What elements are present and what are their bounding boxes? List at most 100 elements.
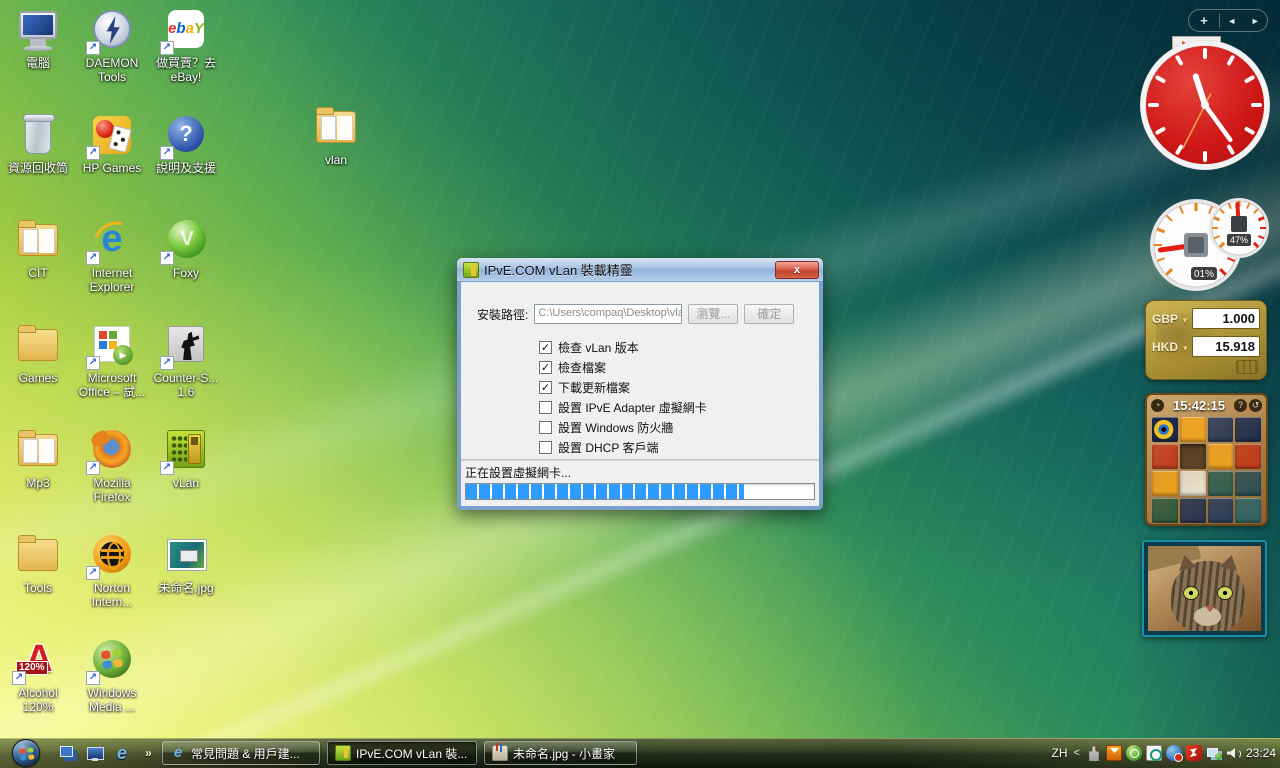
gadget-sidebar-controls[interactable]: + ◄ ► (1188, 9, 1268, 32)
puzzle-tile[interactable] (1152, 417, 1178, 442)
puzzle-tile[interactable] (1180, 471, 1206, 496)
desktop-icon-office[interactable]: ▶↗Microsoft Office – 試... (76, 322, 148, 399)
network-tray-icon[interactable] (1206, 745, 1222, 761)
puzzle-tile[interactable] (1235, 417, 1261, 442)
installer-dialog: IPvE.COM vLan 裝載精靈 x 安裝路徑: C:\Users\comp… (457, 258, 823, 510)
puzzle-shuffle-icon[interactable]: ↺ (1249, 399, 1262, 412)
puzzle-tile[interactable] (1180, 498, 1206, 523)
norton-icon: ↗ (88, 532, 136, 578)
wmp-icon: ↗ (88, 637, 136, 683)
puzzle-tile[interactable] (1235, 444, 1261, 469)
option-checkbox-list: ✓檢查 vLan 版本✓檢查檔案✓下載更新檔案設置 IPvE Adapter 虛… (539, 337, 707, 457)
add-gadget-button[interactable]: + (1189, 13, 1219, 28)
checkbox[interactable]: ✓ (539, 381, 552, 394)
clock-gadget[interactable] (1138, 38, 1272, 172)
desktop-icon-jpgfile[interactable]: 未命名.jpg (150, 532, 222, 595)
checkbox-row[interactable]: ✓檢查檔案 (539, 357, 707, 377)
desktop-icon-folder[interactable]: vlan (300, 104, 372, 167)
chevron-down-icon: ▼ (1181, 344, 1189, 353)
desktop-icon-ie[interactable]: e↗Internet Explorer (76, 217, 148, 294)
show-desktop-icon[interactable] (85, 743, 105, 763)
desktop-icon-cs[interactable]: ↗Counter-S... 1.6 (150, 322, 222, 399)
switch-windows-icon[interactable] (58, 743, 78, 763)
av-tray-icon[interactable] (1186, 745, 1202, 761)
start-button[interactable] (12, 739, 40, 767)
ok-button[interactable]: 確定 (744, 304, 794, 324)
task-button[interactable]: IPvE.COM vLan 裝... (327, 741, 477, 765)
checkbox-row[interactable]: 設置 IPvE Adapter 虛擬網卡 (539, 397, 707, 417)
gadget-prev-button[interactable]: ◄ (1220, 16, 1244, 26)
progress-bar (465, 483, 815, 500)
checkbox[interactable]: ✓ (539, 341, 552, 354)
desktop-icon-firefox[interactable]: ↗Mozilla Firefox (76, 427, 148, 504)
desktop-icon-folder[interactable]: CIT (2, 217, 74, 280)
task-button-label: 常見問題 & 用戶建... (191, 745, 300, 762)
desktop-icon-folderplain[interactable]: Tools (2, 532, 74, 595)
puzzle-tile[interactable] (1235, 471, 1261, 496)
mi-vlan-icon (335, 745, 351, 761)
task-button[interactable]: e常見問題 & 用戶建... (162, 741, 320, 765)
desktop-icon-folder[interactable]: Mp3 (2, 427, 74, 490)
checkbox[interactable] (539, 401, 552, 414)
desktop-icon-hpgames[interactable]: ↗HP Games (76, 112, 148, 175)
currency-code-select[interactable]: GBP ▼ (1152, 312, 1192, 326)
currency-gadget[interactable]: GBP ▼1.000HKD ▼15.918 (1145, 300, 1267, 380)
checkbox-row[interactable]: ✓下載更新檔案 (539, 377, 707, 397)
close-button[interactable]: x (775, 261, 819, 279)
puzzle-tile[interactable] (1235, 498, 1261, 523)
desktop-icon-vlan[interactable]: ↗vLan (150, 427, 222, 490)
desktop-icon-label: Foxy (150, 266, 222, 280)
task-button[interactable]: 未命名.jpg - 小畫家 (484, 741, 637, 765)
puzzle-tile[interactable] (1180, 417, 1206, 442)
checkbox-label: 設置 DHCP 客戶端 (558, 439, 658, 456)
quicklaunch-overflow-chevron[interactable]: » (145, 746, 152, 760)
currency-code-select[interactable]: HKD ▼ (1152, 340, 1192, 354)
player-tray-icon[interactable] (1146, 745, 1162, 761)
desktop-icon-ebay[interactable]: ebaY↗做買賣？去 eBay! (150, 7, 222, 84)
checkbox[interactable] (539, 441, 552, 454)
checkbox[interactable]: ✓ (539, 361, 552, 374)
dialog-titlebar[interactable]: IPvE.COM vLan 裝載精靈 x (457, 258, 823, 282)
flashget-tray-icon[interactable] (1106, 745, 1122, 761)
puzzle-tile[interactable] (1152, 498, 1178, 523)
puzzle-gadget[interactable]: ◔ 15:42:15 ? ↺ (1145, 393, 1268, 526)
ram-gauge[interactable]: 47% (1207, 196, 1271, 260)
desktop-icon-recycle[interactable]: 資源回收筒 (2, 112, 74, 175)
tray-collapse-chevron[interactable]: < (1074, 747, 1080, 759)
volume-tray-icon[interactable] (1226, 745, 1242, 761)
taskbar-clock[interactable]: 23:24 (1246, 746, 1276, 760)
desktop-icon-daemon[interactable]: ↗DAEMON Tools (76, 7, 148, 84)
slideshow-gadget[interactable] (1142, 540, 1267, 637)
desktop-icon-foxy[interactable]: V↗Foxy (150, 217, 222, 280)
currency-value[interactable]: 15.918 (1192, 336, 1260, 357)
gadget-next-button[interactable]: ► (1244, 16, 1268, 26)
puzzle-tile[interactable] (1208, 417, 1234, 442)
msn-tray-icon[interactable] (1166, 745, 1182, 761)
currency-value[interactable]: 1.000 (1192, 308, 1260, 329)
desktop-icon-folderplain[interactable]: Games (2, 322, 74, 385)
update-tray-icon[interactable] (1126, 745, 1142, 761)
checkbox-row[interactable]: ✓檢查 vLan 版本 (539, 337, 707, 357)
daemon-icon: ↗ (88, 7, 136, 53)
browse-button[interactable]: 瀏覽... (688, 304, 738, 324)
usb-tray-icon[interactable] (1086, 745, 1102, 761)
puzzle-tile[interactable] (1208, 444, 1234, 469)
ie-quicklaunch-icon[interactable]: e (112, 743, 132, 763)
install-path-input[interactable]: C:\Users\compaq\Desktop\vla (534, 304, 682, 324)
checkbox[interactable] (539, 421, 552, 434)
desktop-icon-wmp[interactable]: ↗Windows Media ... (76, 637, 148, 714)
desktop-icon-alcohol[interactable]: A120%↗Alcohol 120% (2, 637, 74, 714)
desktop-icon-computer[interactable]: 電腦 (2, 7, 74, 70)
computer-icon (14, 7, 62, 53)
checkbox-row[interactable]: 設置 DHCP 客戶端 (539, 437, 707, 457)
puzzle-tile[interactable] (1152, 444, 1178, 469)
puzzle-tile[interactable] (1152, 471, 1178, 496)
desktop-icon-norton[interactable]: ↗Norton Intern... (76, 532, 148, 609)
desktop-icon-help[interactable]: ?↗說明及支援 (150, 112, 222, 175)
checkbox-row[interactable]: 設置 Windows 防火牆 (539, 417, 707, 437)
puzzle-help-icon[interactable]: ? (1234, 399, 1247, 412)
language-indicator[interactable]: ZH (1052, 746, 1068, 760)
puzzle-tile[interactable] (1208, 471, 1234, 496)
shortcut-arrow-icon: ↗ (86, 251, 100, 265)
puzzle-tile[interactable] (1208, 498, 1234, 523)
